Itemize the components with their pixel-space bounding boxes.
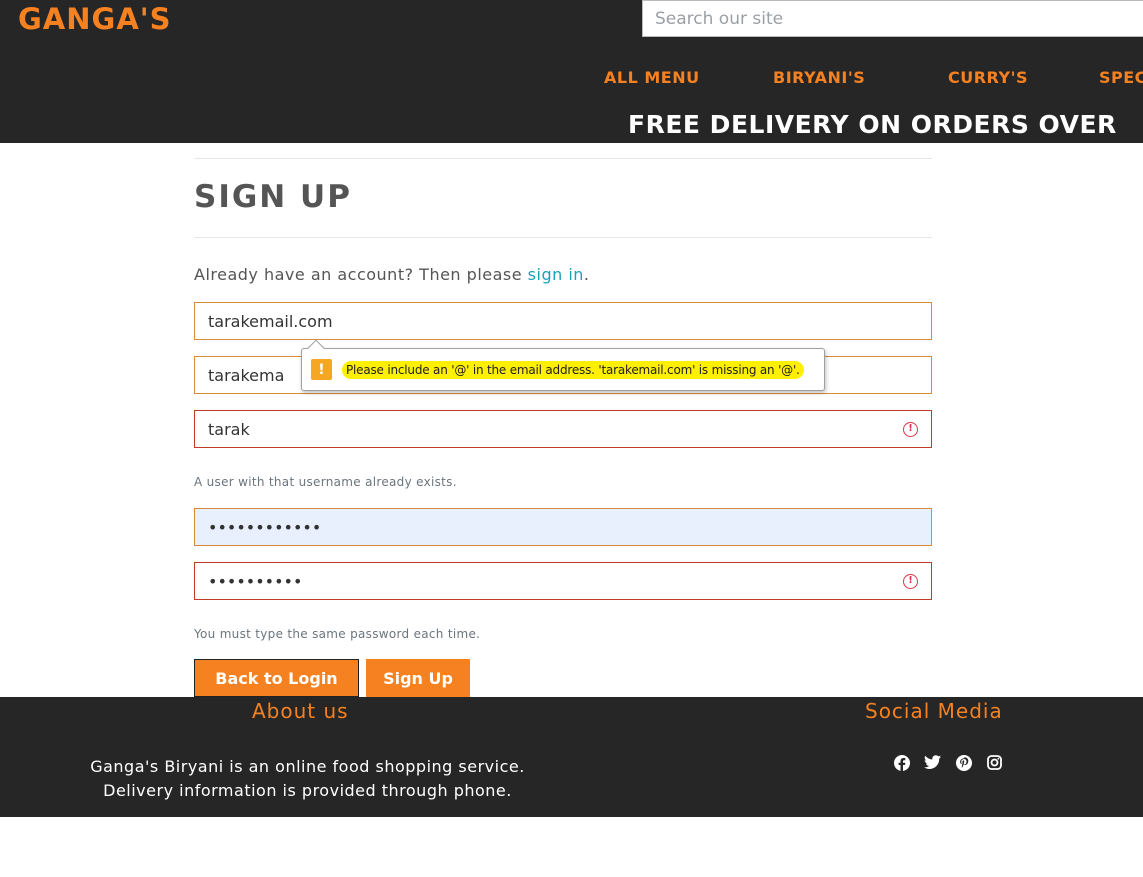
back-to-login-button[interactable]: Back to Login	[194, 659, 359, 697]
social-title: Social Media	[865, 699, 1003, 723]
email-value: tarakemail.com	[208, 311, 333, 331]
nav-item-currys[interactable]: CURRY'S	[948, 68, 1028, 87]
email-field[interactable]: tarakemail.com	[194, 302, 932, 340]
signin-suffix: .	[583, 265, 590, 284]
twitter-icon[interactable]	[923, 753, 942, 772]
validation-tooltip: ! Please include an '@' in the email add…	[301, 339, 825, 391]
site-logo[interactable]: GANGA'S	[18, 2, 172, 36]
nav-item-biryanis[interactable]: BIRYANI'S	[773, 68, 865, 87]
nav-item-all-menu[interactable]: ALL MENU	[604, 68, 700, 87]
password-error-text: You must type the same password each tim…	[194, 627, 481, 641]
tooltip-arrow	[307, 339, 325, 357]
username-value: tarak	[208, 419, 250, 439]
password-value: ••••••••••••	[208, 517, 322, 537]
nav-item-specials[interactable]: SPEC	[1099, 68, 1143, 87]
username-field[interactable]: tarak !	[194, 410, 932, 448]
about-text: Ganga's Biryani is an online food shoppi…	[30, 755, 585, 803]
delivery-banner: FREE DELIVERY ON ORDERS OVER	[628, 110, 1117, 139]
divider-top	[194, 158, 932, 159]
warning-icon: !	[311, 359, 332, 380]
site-header: GANGA'S ALL MENU BIRYANI'S CURRY'S SPEC …	[0, 0, 1143, 143]
password-confirm-field[interactable]: •••••••••• !	[194, 562, 932, 600]
facebook-icon[interactable]	[892, 753, 911, 772]
search-input[interactable]	[642, 0, 1143, 37]
site-footer: About us Ganga's Biryani is an online fo…	[0, 697, 1143, 817]
signin-prompt: Already have an account? Then please sig…	[194, 265, 590, 284]
signin-prefix: Already have an account? Then please	[194, 265, 528, 284]
error-icon: !	[903, 421, 918, 437]
username-error-text: A user with that username already exists…	[194, 475, 457, 489]
password-field[interactable]: ••••••••••••	[194, 508, 932, 546]
password-confirm-value: ••••••••••	[208, 571, 303, 591]
divider-bottom	[194, 237, 932, 238]
about-line-1: Ganga's Biryani is an online food shoppi…	[90, 757, 525, 776]
page-title: SIGN UP	[194, 179, 352, 215]
about-title: About us	[252, 699, 349, 723]
sign-up-button[interactable]: Sign Up	[366, 659, 470, 697]
signin-link[interactable]: sign in	[528, 265, 584, 284]
tooltip-message: Please include an '@' in the email addre…	[342, 360, 804, 379]
instagram-icon[interactable]	[985, 753, 1004, 772]
error-icon: !	[903, 573, 918, 589]
social-icons	[892, 753, 1004, 772]
pinterest-icon[interactable]	[954, 753, 973, 772]
about-line-2: Delivery information is provided through…	[103, 781, 512, 800]
